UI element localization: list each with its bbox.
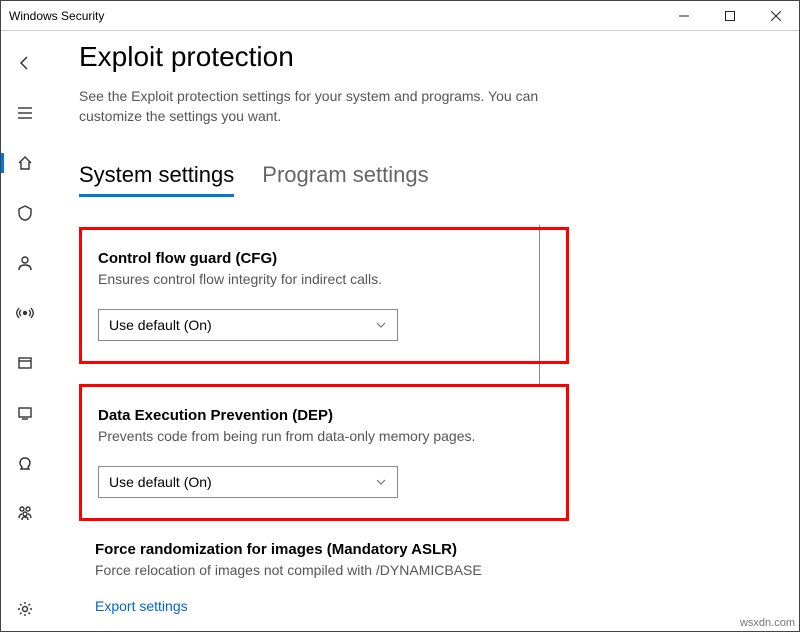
- setting-cfg-desc: Ensures control flow integrity for indir…: [98, 271, 550, 287]
- sidebar-item-firewall[interactable]: [1, 301, 49, 325]
- settings-button[interactable]: [1, 597, 49, 621]
- setting-aslr: Force randomization for images (Mandator…: [79, 541, 569, 578]
- window-controls: [661, 1, 799, 30]
- chevron-down-icon: [375, 476, 387, 488]
- sidebar-item-family[interactable]: [1, 501, 49, 525]
- minimize-button[interactable]: [661, 1, 707, 30]
- dropdown-dep[interactable]: Use default (On): [98, 466, 398, 498]
- back-button[interactable]: [1, 51, 49, 75]
- menu-button[interactable]: [1, 101, 49, 125]
- watermark: wsxdn.com: [740, 617, 795, 629]
- sidebar-item-app[interactable]: [1, 351, 49, 375]
- sidebar-item-virus[interactable]: [1, 201, 49, 225]
- window-title: Windows Security: [1, 9, 661, 23]
- setting-dep-desc: Prevents code from being run from data-o…: [98, 428, 550, 444]
- dropdown-cfg-value: Use default (On): [109, 317, 212, 333]
- page-description: See the Exploit protection settings for …: [79, 87, 579, 126]
- dropdown-cfg[interactable]: Use default (On): [98, 309, 398, 341]
- page-title: Exploit protection: [79, 41, 769, 73]
- setting-dep-title: Data Execution Prevention (DEP): [98, 407, 550, 424]
- titlebar: Windows Security: [1, 1, 799, 31]
- export-settings-link[interactable]: Export settings: [79, 598, 569, 614]
- content-area: Exploit protection See the Exploit prote…: [49, 31, 799, 631]
- setting-aslr-desc: Force relocation of images not compiled …: [95, 562, 553, 578]
- sidebar-item-home[interactable]: [1, 151, 49, 175]
- tab-program-settings[interactable]: Program settings: [262, 162, 428, 197]
- sidebar: [1, 31, 49, 631]
- setting-dep: Data Execution Prevention (DEP) Prevents…: [79, 384, 569, 521]
- setting-cfg-title: Control flow guard (CFG): [98, 250, 550, 267]
- sidebar-item-account[interactable]: [1, 251, 49, 275]
- sidebar-item-performance[interactable]: [1, 451, 49, 475]
- dropdown-dep-value: Use default (On): [109, 474, 212, 490]
- setting-cfg: Control flow guard (CFG) Ensures control…: [79, 227, 569, 364]
- sidebar-item-device[interactable]: [1, 401, 49, 425]
- chevron-down-icon: [375, 319, 387, 331]
- close-button[interactable]: [753, 1, 799, 30]
- tab-system-settings[interactable]: System settings: [79, 162, 234, 197]
- setting-aslr-title: Force randomization for images (Mandator…: [95, 541, 553, 558]
- maximize-button[interactable]: [707, 1, 753, 30]
- tabs: System settings Program settings: [79, 162, 769, 197]
